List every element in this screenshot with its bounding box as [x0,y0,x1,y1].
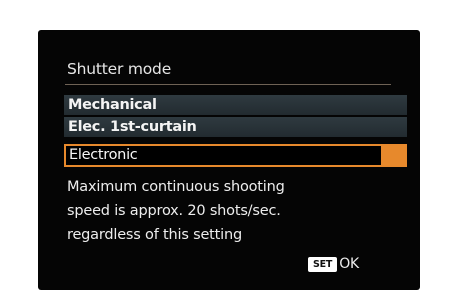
title-divider [65,84,391,85]
description-line: Maximum continuous shooting [67,179,285,195]
set-ok-button[interactable]: SET OK [308,256,359,272]
ok-label: OK [339,256,360,272]
option-description: Maximum continuous shooting speed is app… [67,175,387,247]
option-label: Elec. 1st-curtain [68,119,197,135]
selection-highlight: Electronic [64,144,383,167]
description-line: regardless of this setting [67,227,242,243]
description-line: speed is approx. 20 shots/sec. [67,203,281,219]
menu-title: Shutter mode [67,60,172,78]
set-button-icon: SET [308,256,338,272]
option-label: Mechanical [68,97,157,113]
option-elec-1st-curtain[interactable]: Elec. 1st-curtain [64,117,407,137]
option-mechanical[interactable]: Mechanical [64,95,407,115]
option-electronic-selected[interactable]: Electronic [64,144,407,167]
camera-menu-screen: Shutter mode Mechanical Elec. 1st-curtai… [38,30,420,290]
option-label: Electronic [69,147,138,163]
